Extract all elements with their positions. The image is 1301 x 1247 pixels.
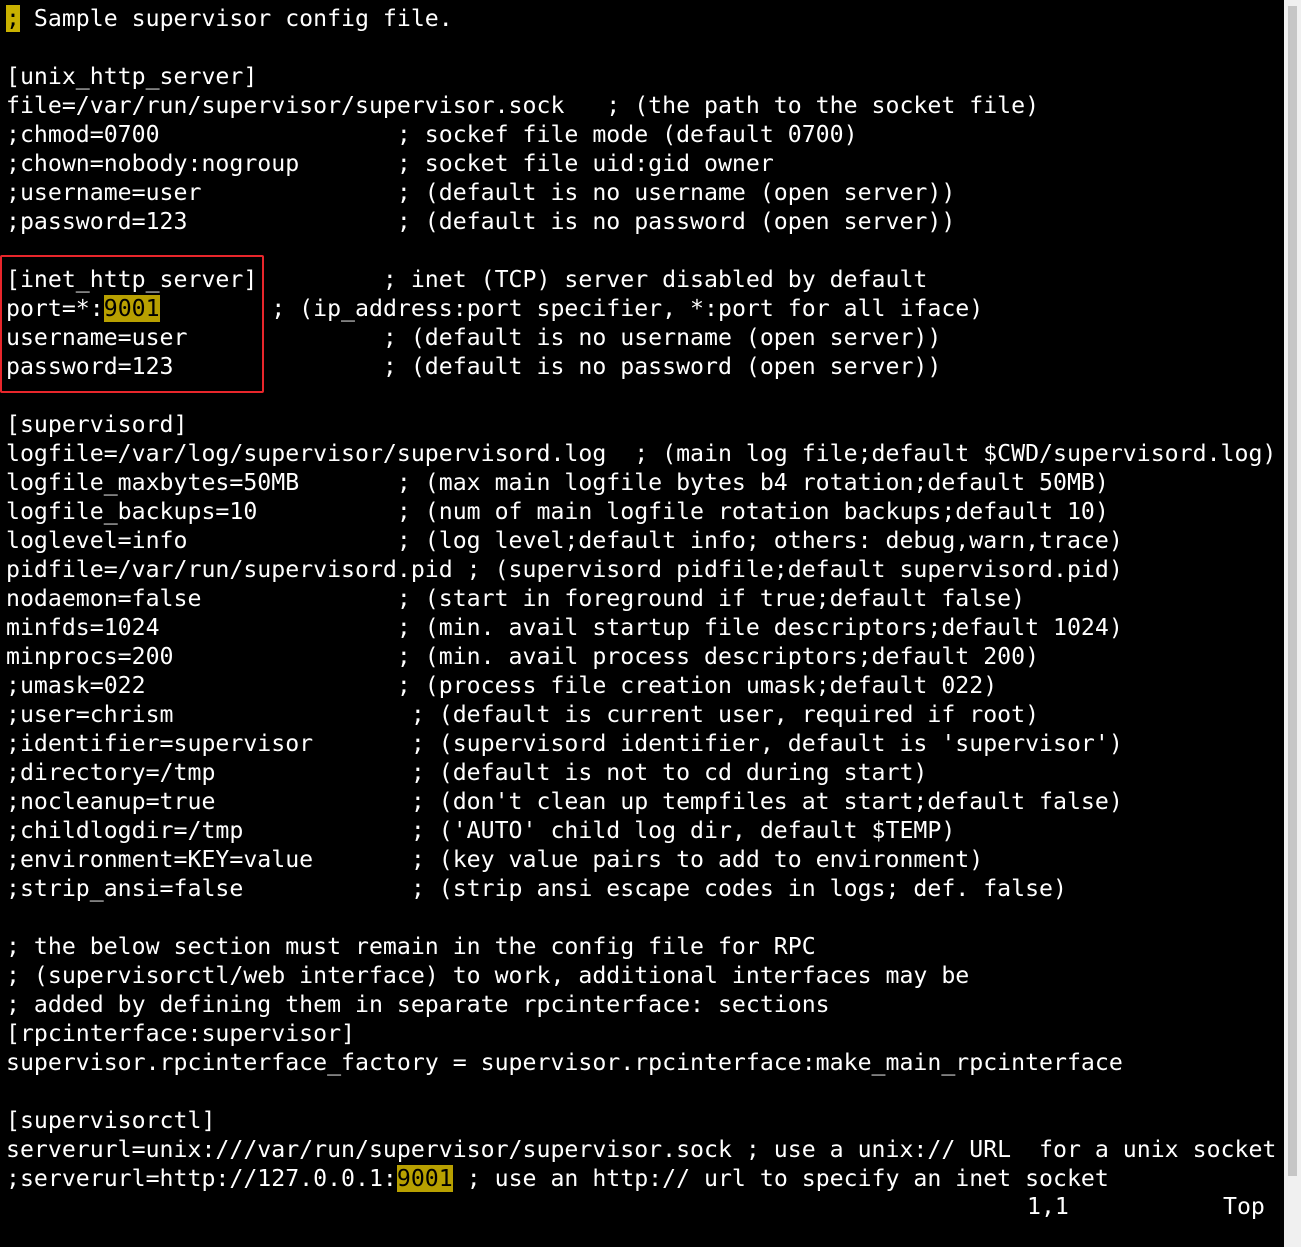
- config-text: ;chown=nobody:nogroup ; socket file uid:…: [6, 150, 774, 177]
- config-line: [supervisorctl]: [6, 1106, 1276, 1135]
- config-text: ; (supervisorctl/web interface) to work,…: [6, 962, 970, 989]
- config-text: loglevel=info ; (log level;default info;…: [6, 527, 1123, 554]
- config-text: minprocs=200 ; (min. avail process descr…: [6, 643, 1040, 670]
- config-text: logfile=/var/log/supervisor/supervisord.…: [6, 440, 1277, 467]
- config-line: logfile=/var/log/supervisor/supervisord.…: [6, 439, 1276, 468]
- vertical-scrollbar[interactable]: [1284, 0, 1301, 1247]
- config-text: nodaemon=false ; (start in foreground if…: [6, 585, 1026, 612]
- config-text: ;strip_ansi=false ; (strip ansi escape c…: [6, 875, 1067, 902]
- config-text: password=123 ; (default is no password (…: [6, 353, 942, 380]
- config-line: password=123 ; (default is no password (…: [6, 352, 1276, 381]
- config-text: [supervisorctl]: [6, 1107, 216, 1134]
- config-text: ;identifier=supervisor ; (supervisord id…: [6, 730, 1123, 757]
- config-text: ;directory=/tmp ; (default is not to cd …: [6, 759, 928, 786]
- text-cursor: ;: [6, 5, 20, 32]
- config-line: [6, 236, 1276, 265]
- config-text: minfds=1024 ; (min. avail startup file d…: [6, 614, 1123, 641]
- config-text: [rpcinterface:supervisor]: [6, 1020, 356, 1047]
- config-line: [supervisord]: [6, 410, 1276, 439]
- config-text: logfile_backups=10 ; (num of main logfil…: [6, 498, 1109, 525]
- config-line: ; the below section must remain in the c…: [6, 932, 1276, 961]
- config-line: nodaemon=false ; (start in foreground if…: [6, 584, 1276, 613]
- config-line: [rpcinterface:supervisor]: [6, 1019, 1276, 1048]
- config-line: ;childlogdir=/tmp ; ('AUTO' child log di…: [6, 816, 1276, 845]
- config-line: ;serverurl=http://127.0.0.1:9001 ; use a…: [6, 1164, 1276, 1193]
- config-text: ;chmod=0700 ; sockef file mode (default …: [6, 121, 858, 148]
- config-text: ;environment=KEY=value ; (key value pair…: [6, 846, 984, 873]
- config-text: ;password=123 ; (default is no password …: [6, 208, 956, 235]
- config-line: ;environment=KEY=value ; (key value pair…: [6, 845, 1276, 874]
- config-line: ;directory=/tmp ; (default is not to cd …: [6, 758, 1276, 787]
- config-text: ;umask=022 ; (process file creation umas…: [6, 672, 998, 699]
- config-line: pidfile=/var/run/supervisord.pid ; (supe…: [6, 555, 1276, 584]
- config-line: ;username=user ; (default is no username…: [6, 178, 1276, 207]
- config-line: [6, 903, 1276, 932]
- config-text: port=*:: [6, 295, 104, 322]
- config-line: ;identifier=supervisor ; (supervisord id…: [6, 729, 1276, 758]
- config-line: username=user ; (default is no username …: [6, 323, 1276, 352]
- scrollbar-corner: [1284, 1180, 1301, 1247]
- config-text: [supervisord]: [6, 411, 188, 438]
- vim-editor-buffer[interactable]: ; Sample supervisor config file. [unix_h…: [6, 4, 1276, 1193]
- config-text: ;childlogdir=/tmp ; ('AUTO' child log di…: [6, 817, 956, 844]
- config-line: ;user=chrism ; (default is current user,…: [6, 700, 1276, 729]
- search-match-highlight: 9001: [396, 1165, 453, 1192]
- config-line: supervisor.rpcinterface_factory = superv…: [6, 1048, 1276, 1077]
- config-text: ; (ip_address:port specifier, *:port for…: [159, 295, 984, 322]
- config-line: [inet_http_server] ; inet (TCP) server d…: [6, 265, 1276, 294]
- config-text: ;nocleanup=true ; (don't clean up tempfi…: [6, 788, 1123, 815]
- config-line: [unix_http_server]: [6, 62, 1276, 91]
- config-text: ;serverurl=http://127.0.0.1:: [6, 1165, 397, 1192]
- terminal-window[interactable]: ; Sample supervisor config file. [unix_h…: [0, 0, 1284, 1247]
- config-text: Sample supervisor config file.: [19, 5, 453, 32]
- config-line: ; (supervisorctl/web interface) to work,…: [6, 961, 1276, 990]
- config-text: username=user ; (default is no username …: [6, 324, 942, 351]
- config-line: logfile_backups=10 ; (num of main logfil…: [6, 497, 1276, 526]
- config-line: port=*:9001 ; (ip_address:port specifier…: [6, 294, 1276, 323]
- config-text: ; use an http:// url to specify an inet …: [452, 1165, 1109, 1192]
- config-text: ; added by defining them in separate rpc…: [6, 991, 830, 1018]
- config-text: [inet_http_server] ; inet (TCP) server d…: [6, 266, 928, 293]
- config-text: serverurl=unix:///var/run/supervisor/sup…: [6, 1136, 1277, 1163]
- config-text: logfile_maxbytes=50MB ; (max main logfil…: [6, 469, 1109, 496]
- config-line: [6, 1077, 1276, 1106]
- cursor-position: 1,1: [1027, 1193, 1069, 1220]
- scrollbar-thumb[interactable]: [1288, 6, 1297, 1176]
- scroll-position: Top: [1223, 1193, 1265, 1220]
- config-line: ;strip_ansi=false ; (strip ansi escape c…: [6, 874, 1276, 903]
- config-line: ;password=123 ; (default is no password …: [6, 207, 1276, 236]
- config-line: ; added by defining them in separate rpc…: [6, 990, 1276, 1019]
- config-line: minfds=1024 ; (min. avail startup file d…: [6, 613, 1276, 642]
- config-line: loglevel=info ; (log level;default info;…: [6, 526, 1276, 555]
- config-line: file=/var/run/supervisor/supervisor.sock…: [6, 91, 1276, 120]
- vim-status-line: 1,1 Top: [6, 1192, 1276, 1221]
- config-text: [unix_http_server]: [6, 63, 258, 90]
- config-text: supervisor.rpcinterface_factory = superv…: [6, 1049, 1123, 1076]
- config-text: ;username=user ; (default is no username…: [6, 179, 956, 206]
- config-text: pidfile=/var/run/supervisord.pid ; (supe…: [6, 556, 1123, 583]
- config-line: serverurl=unix:///var/run/supervisor/sup…: [6, 1135, 1276, 1164]
- config-line: ;chmod=0700 ; sockef file mode (default …: [6, 120, 1276, 149]
- config-line: minprocs=200 ; (min. avail process descr…: [6, 642, 1276, 671]
- config-line: ; Sample supervisor config file.: [6, 4, 1276, 33]
- search-match-highlight: 9001: [103, 295, 160, 322]
- config-text: ; the below section must remain in the c…: [6, 933, 816, 960]
- config-line: ;umask=022 ; (process file creation umas…: [6, 671, 1276, 700]
- config-line: ;nocleanup=true ; (don't clean up tempfi…: [6, 787, 1276, 816]
- config-line: ;chown=nobody:nogroup ; socket file uid:…: [6, 149, 1276, 178]
- config-text: ;user=chrism ; (default is current user,…: [6, 701, 1040, 728]
- config-line: [6, 381, 1276, 410]
- config-line: [6, 33, 1276, 62]
- config-text: file=/var/run/supervisor/supervisor.sock…: [6, 92, 1040, 119]
- config-line: logfile_maxbytes=50MB ; (max main logfil…: [6, 468, 1276, 497]
